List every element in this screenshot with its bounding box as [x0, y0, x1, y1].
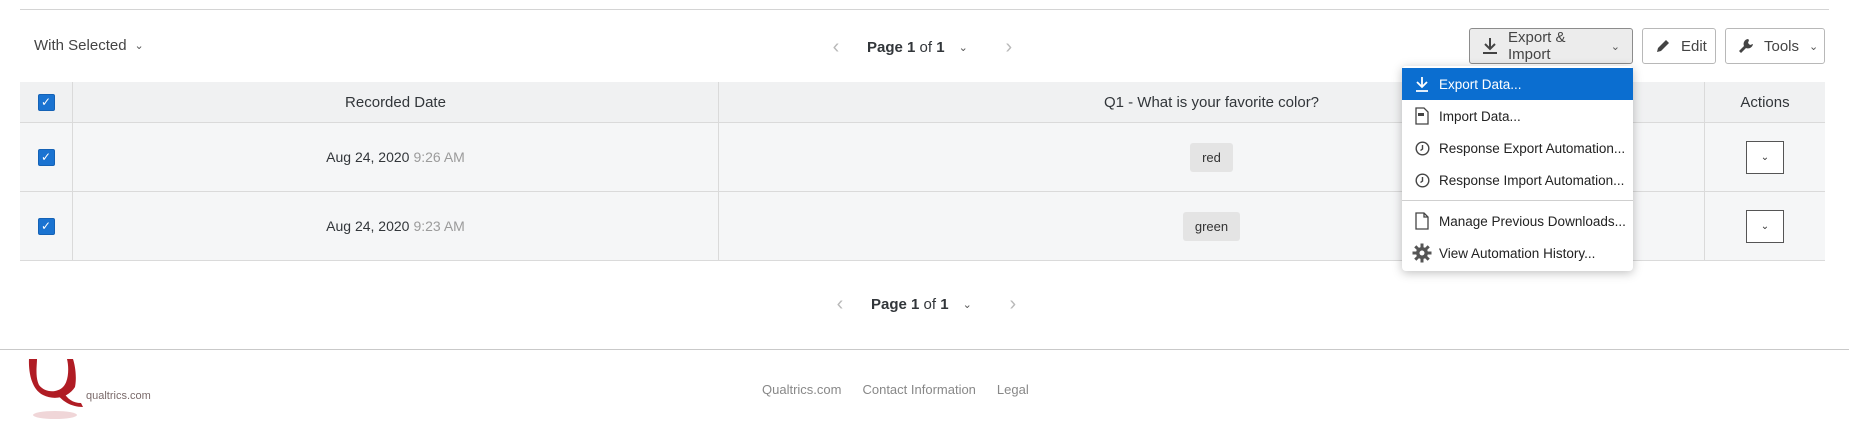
page-indicator: Page 1 of 1 [871, 296, 949, 313]
svg-text:qualtrics.com: qualtrics.com [86, 390, 151, 402]
recorded-date-cell: Aug 24, 2020 9:26 AM [73, 123, 719, 191]
export-import-button[interactable]: Export & Import ⌄ [1469, 28, 1633, 64]
menu-item-view-automation-history[interactable]: View Automation History... [1402, 237, 1633, 269]
top-divider [20, 9, 1829, 10]
chevron-down-icon: ⌄ [134, 40, 144, 52]
menu-divider [1402, 200, 1633, 201]
download-icon [1412, 76, 1432, 92]
column-header-actions: Actions [1740, 93, 1790, 111]
menu-item-export-data[interactable]: Export Data... [1402, 68, 1633, 100]
row-checkbox[interactable]: ✓ [37, 217, 55, 235]
tools-label: Tools [1764, 37, 1800, 55]
qualtrics-logo[interactable]: qualtrics.com [25, 357, 155, 427]
file-import-icon [1412, 107, 1432, 125]
footer-links: Qualtrics.com Contact Information Legal [762, 382, 1029, 397]
clock-icon [1412, 172, 1432, 188]
footer-link-contact[interactable]: Contact Information [862, 382, 975, 397]
footer-divider [0, 349, 1849, 350]
with-selected-label: With Selected [34, 37, 127, 54]
next-page-icon[interactable]: › [998, 293, 1028, 316]
page-select-chevron-icon[interactable]: ⌄ [963, 298, 972, 311]
wrench-icon [1738, 38, 1754, 54]
gear-icon [1412, 243, 1432, 263]
menu-item-response-export-automation[interactable]: Response Export Automation... [1402, 132, 1633, 164]
menu-item-manage-previous-downloads[interactable]: Manage Previous Downloads... [1402, 205, 1633, 237]
row-actions-button[interactable]: ⌄ [1746, 140, 1784, 174]
select-all-checkbox[interactable]: ✓ [37, 93, 55, 111]
pager-top: ‹ Page 1 of 1 ⌄ › [821, 36, 1024, 59]
qualtrics-logo-mark: qualtrics.com [28, 359, 151, 419]
previous-page-icon[interactable]: ‹ [821, 36, 851, 59]
next-page-icon[interactable]: › [994, 36, 1024, 59]
answer-tag: green [1182, 211, 1241, 241]
tools-button[interactable]: Tools ⌄ [1725, 28, 1825, 64]
row-checkbox[interactable]: ✓ [37, 148, 55, 166]
pager-bottom: ‹ Page 1 of 1 ⌄ › [825, 293, 1028, 316]
export-import-label: Export & Import [1508, 29, 1566, 63]
chevron-down-icon: ⌄ [1809, 40, 1819, 53]
export-import-menu: Export Data... Import Data... Response E… [1402, 66, 1633, 271]
column-header-recorded-date[interactable]: Recorded Date [73, 82, 719, 122]
answer-tag: red [1190, 142, 1233, 172]
menu-item-response-import-automation[interactable]: Response Import Automation... [1402, 164, 1633, 196]
page-select-chevron-icon[interactable]: ⌄ [959, 41, 968, 54]
with-selected-dropdown[interactable]: With Selected ⌄ [34, 37, 144, 54]
previous-page-icon[interactable]: ‹ [825, 293, 855, 316]
page-indicator: Page 1 of 1 [867, 39, 945, 56]
pencil-icon [1655, 38, 1671, 54]
chevron-down-icon: ⌄ [1610, 40, 1620, 53]
menu-item-import-data[interactable]: Import Data... [1402, 100, 1633, 132]
recorded-date-cell: Aug 24, 2020 9:23 AM [73, 192, 719, 260]
footer-link-qualtrics[interactable]: Qualtrics.com [762, 382, 841, 397]
download-icon [1482, 37, 1498, 55]
edit-button[interactable]: Edit [1642, 28, 1716, 64]
document-icon [1412, 212, 1432, 230]
clock-icon [1412, 140, 1432, 156]
footer-link-legal[interactable]: Legal [997, 382, 1029, 397]
row-actions-button[interactable]: ⌄ [1746, 209, 1784, 243]
edit-label: Edit [1681, 37, 1707, 55]
